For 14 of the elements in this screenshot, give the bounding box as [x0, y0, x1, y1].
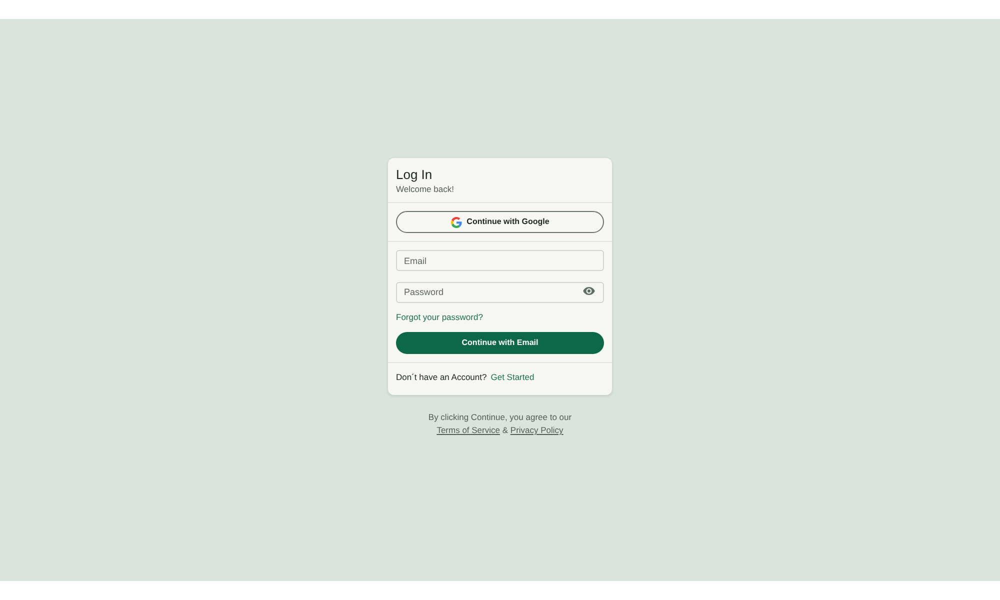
password-field[interactable]: Password	[396, 282, 604, 302]
eye-icon[interactable]	[583, 287, 595, 295]
google-sign-in-button[interactable]: Continue with Google	[396, 211, 604, 233]
google-g-icon	[450, 216, 462, 228]
email-field[interactable]: Email	[396, 250, 604, 271]
continue-with-email-button[interactable]: Continue with Email	[396, 332, 604, 354]
terms-of-service-link[interactable]: Terms of Service	[436, 425, 500, 435]
card-subtitle: Welcome back!	[396, 183, 455, 195]
privacy-policy-link[interactable]: Privacy Policy	[510, 425, 564, 435]
signup-prompt: Don´t have an Account?	[396, 371, 487, 383]
legal-notice: By clicking Continue, you agree to our Terms of Service & Privacy Policy	[427, 411, 573, 437]
get-started-link[interactable]: Get Started	[490, 371, 534, 383]
card-title: Log In	[396, 167, 434, 183]
forgot-password-link[interactable]: Forgot your password?	[396, 311, 483, 323]
